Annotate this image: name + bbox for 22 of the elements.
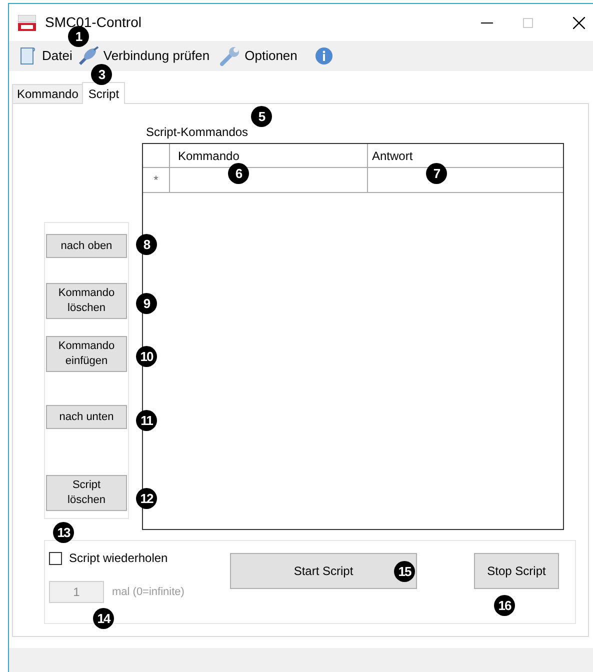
- tab[interactable]: Script: [82, 82, 126, 104]
- tab[interactable]: Kommando: [12, 84, 84, 103]
- side-button[interactable]: Kommando einfügen: [46, 336, 127, 372]
- plug-icon: [77, 46, 100, 66]
- side-button[interactable]: Script löschen: [46, 475, 127, 511]
- document-icon: [18, 46, 38, 66]
- side-button[interactable]: nach oben: [46, 234, 127, 258]
- close-icon[interactable]: [573, 16, 585, 28]
- app-logo-icon: [18, 14, 36, 30]
- callout-badge: 1: [68, 26, 89, 47]
- info-icon[interactable]: [315, 47, 334, 65]
- toolbar-button[interactable]: Optionen: [218, 46, 298, 66]
- checkbox-label[interactable]: Script wiederholen: [69, 549, 168, 567]
- checkbox[interactable]: [49, 552, 62, 564]
- wrench-icon: [218, 46, 241, 66]
- stop-script-button[interactable]: Stop Script: [474, 553, 559, 589]
- side-button[interactable]: Kommando löschen: [46, 283, 127, 319]
- count-suffix-label: mal (0=infinite): [112, 584, 184, 600]
- toolbar-button[interactable]: Verbindung prüfen: [77, 46, 210, 66]
- group-label: Script-Kommandos: [145, 124, 250, 141]
- toolbar-button[interactable]: Datei: [18, 46, 72, 66]
- side-button[interactable]: nach unten: [46, 405, 127, 429]
